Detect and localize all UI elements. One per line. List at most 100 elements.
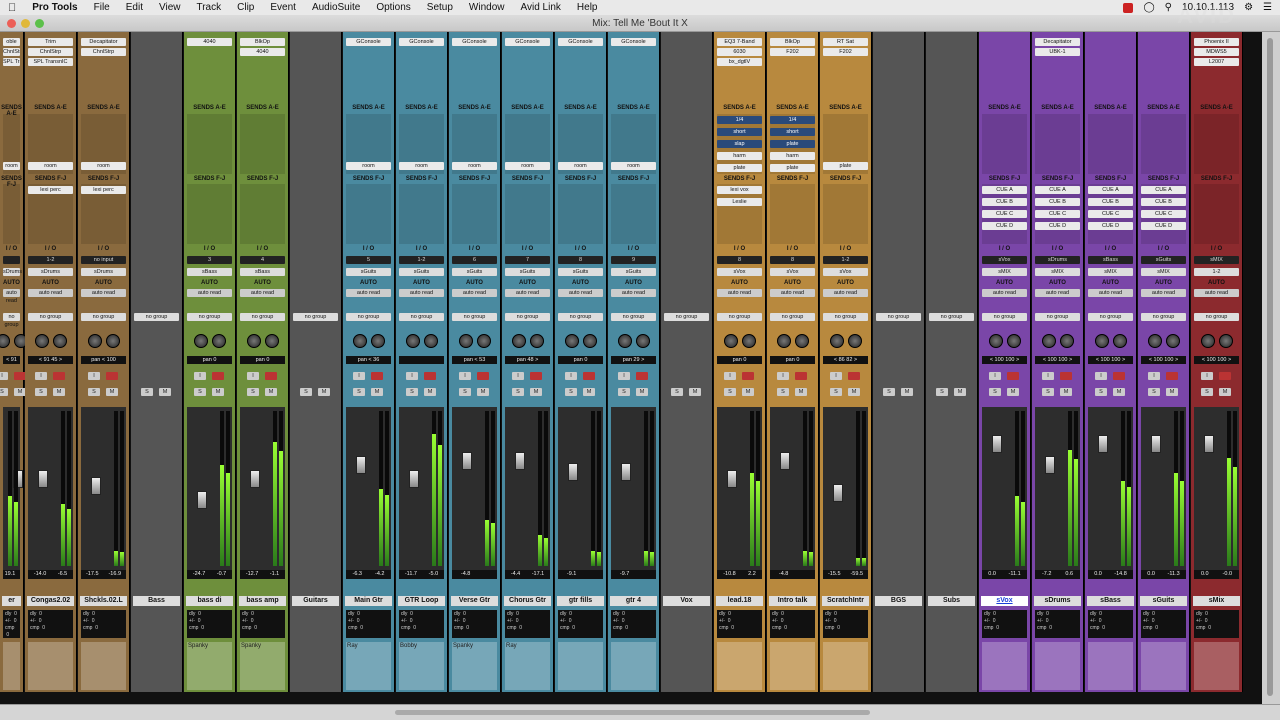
- horizontal-scroll-thumb[interactable]: [395, 710, 870, 715]
- insert-slot[interactable]: bx_dgtlV: [717, 58, 762, 66]
- send-slot[interactable]: short: [717, 128, 762, 136]
- mute-button[interactable]: M: [636, 388, 648, 396]
- mute-button[interactable]: M: [1166, 388, 1178, 396]
- solo-button[interactable]: S: [1148, 388, 1160, 396]
- comment-field[interactable]: [28, 642, 73, 690]
- solo-button[interactable]: S: [459, 388, 471, 396]
- output-selector[interactable]: sMIX: [1088, 268, 1133, 276]
- menu-track[interactable]: Track: [188, 2, 229, 13]
- insert-slot[interactable]: ChnlStrp: [81, 48, 126, 56]
- record-arm-button[interactable]: [636, 372, 648, 380]
- insert-slot[interactable]: GConsole: [399, 38, 444, 46]
- volume-fader[interactable]: [992, 435, 1002, 453]
- record-arm-button[interactable]: [477, 372, 489, 380]
- pan-knob-left[interactable]: [88, 334, 102, 348]
- track-name[interactable]: sGuits: [1140, 596, 1187, 606]
- mute-button[interactable]: M: [901, 388, 913, 396]
- send-slot[interactable]: harm: [770, 152, 815, 160]
- volume-fader[interactable]: [1045, 456, 1055, 474]
- output-selector[interactable]: sDrums: [3, 268, 22, 276]
- input-selector[interactable]: 8: [717, 256, 762, 264]
- track-name[interactable]: Intro talk: [769, 596, 816, 606]
- solo-button[interactable]: S: [35, 388, 47, 396]
- pan-knob-left[interactable]: [777, 334, 791, 348]
- mute-button[interactable]: M: [583, 388, 595, 396]
- solo-button[interactable]: S: [565, 388, 577, 396]
- pan-knob-left[interactable]: [830, 334, 844, 348]
- send-slot[interactable]: Leslie: [717, 198, 762, 206]
- send-slot[interactable]: room: [28, 162, 73, 170]
- input-monitor-button[interactable]: I: [353, 372, 365, 380]
- volume-fader[interactable]: [568, 463, 578, 481]
- insert-slot[interactable]: Trim: [28, 38, 73, 46]
- send-slot[interactable]: CUE D: [1035, 222, 1080, 230]
- mute-button[interactable]: M: [1113, 388, 1125, 396]
- volume-fader[interactable]: [1098, 435, 1108, 453]
- input-monitor-button[interactable]: I: [989, 372, 1001, 380]
- input-selector[interactable]: 4: [240, 256, 285, 264]
- pan-knob-right[interactable]: [1219, 334, 1233, 348]
- input-monitor-button[interactable]: I: [724, 372, 736, 380]
- track-name[interactable]: er: [2, 596, 21, 606]
- pan-knob-left[interactable]: [35, 334, 49, 348]
- send-slot[interactable]: room: [558, 162, 603, 170]
- mute-button[interactable]: M: [795, 388, 807, 396]
- solo-button[interactable]: S: [777, 388, 789, 396]
- mute-button[interactable]: M: [954, 388, 966, 396]
- menu-clip[interactable]: Clip: [229, 2, 262, 13]
- insert-slot[interactable]: ChnlStrp: [3, 48, 20, 56]
- pan-knob-right[interactable]: [212, 334, 226, 348]
- volume-fader[interactable]: [197, 491, 207, 509]
- send-slot[interactable]: lexi perc: [28, 186, 73, 194]
- solo-button[interactable]: S: [724, 388, 736, 396]
- input-monitor-button[interactable]: I: [777, 372, 789, 380]
- input-monitor-button[interactable]: I: [247, 372, 259, 380]
- comment-field[interactable]: [558, 642, 603, 690]
- menu-avid-link[interactable]: Avid Link: [513, 2, 569, 13]
- solo-button[interactable]: S: [830, 388, 842, 396]
- automation-mode[interactable]: auto read: [505, 289, 550, 297]
- record-arm-button[interactable]: [212, 372, 224, 380]
- output-selector[interactable]: sGuits: [399, 268, 444, 276]
- group-selector[interactable]: no group: [293, 313, 338, 321]
- insert-slot[interactable]: BlkOp: [770, 38, 815, 46]
- input-selector[interactable]: 7: [505, 256, 550, 264]
- output-selector[interactable]: sGuits: [452, 268, 497, 276]
- input-selector[interactable]: 1-2: [28, 256, 73, 264]
- automation-mode[interactable]: auto read: [1035, 289, 1080, 297]
- output-selector[interactable]: 1-2: [1194, 268, 1239, 276]
- input-selector[interactable]: sVox: [982, 256, 1027, 264]
- input-monitor-button[interactable]: I: [1042, 372, 1054, 380]
- send-slot[interactable]: CUE D: [982, 222, 1027, 230]
- group-selector[interactable]: no group: [3, 313, 20, 328]
- volume-fader[interactable]: [462, 452, 472, 470]
- output-selector[interactable]: sGuits: [558, 268, 603, 276]
- group-selector[interactable]: no group: [929, 313, 974, 321]
- comment-field[interactable]: [717, 642, 762, 690]
- track-name[interactable]: gtr fills: [557, 596, 604, 606]
- insert-slot[interactable]: SPL TransnIC: [3, 58, 20, 66]
- output-selector[interactable]: sDrums: [28, 268, 73, 276]
- input-monitor-button[interactable]: I: [830, 372, 842, 380]
- comment-field[interactable]: [823, 642, 868, 690]
- menu-window[interactable]: Window: [461, 2, 513, 13]
- mute-button[interactable]: M: [689, 388, 701, 396]
- solo-button[interactable]: S: [0, 388, 8, 396]
- menu-help[interactable]: Help: [569, 2, 606, 13]
- vertical-scroll-thumb[interactable]: [1267, 38, 1273, 696]
- group-selector[interactable]: no group: [1035, 313, 1080, 321]
- send-slot[interactable]: room: [81, 162, 126, 170]
- output-selector[interactable]: sVox: [823, 268, 868, 276]
- automation-mode[interactable]: auto read: [558, 289, 603, 297]
- input-selector[interactable]: 1-2: [823, 256, 868, 264]
- group-selector[interactable]: no group: [28, 313, 73, 321]
- volume-fader[interactable]: [621, 463, 631, 481]
- insert-slot[interactable]: F202: [770, 48, 815, 56]
- insert-slot[interactable]: 4040: [187, 38, 232, 46]
- record-arm-button[interactable]: [742, 372, 754, 380]
- solo-button[interactable]: S: [512, 388, 524, 396]
- insert-slot[interactable]: RT Sat: [823, 38, 868, 46]
- insert-slot[interactable]: Phoenix II: [1194, 38, 1239, 46]
- track-name[interactable]: BGS: [875, 596, 922, 606]
- mute-button[interactable]: M: [212, 388, 224, 396]
